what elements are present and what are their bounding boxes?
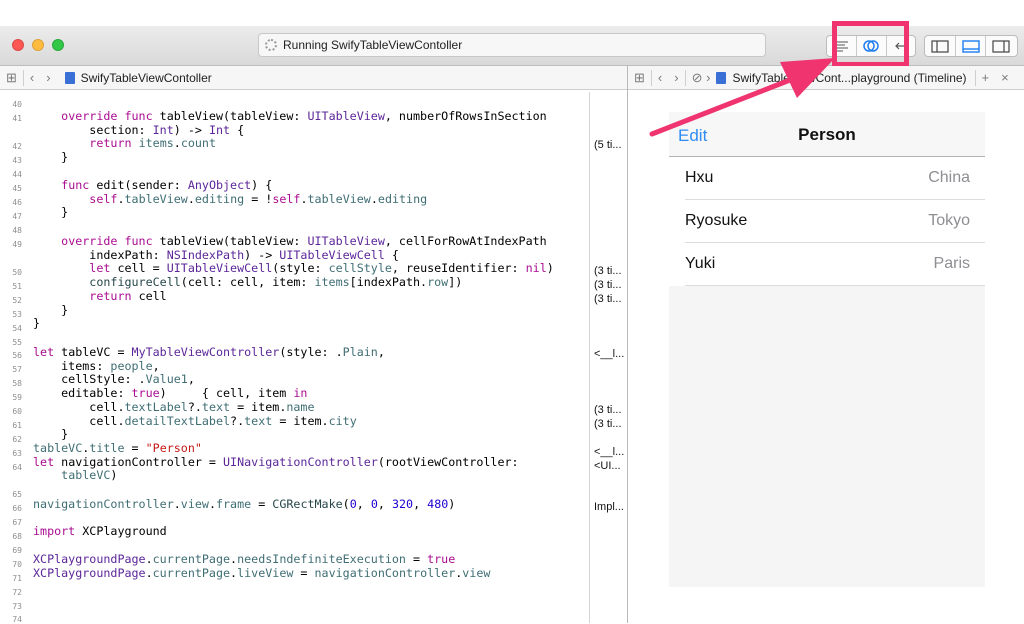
annotation-arrow-icon [649,58,835,137]
